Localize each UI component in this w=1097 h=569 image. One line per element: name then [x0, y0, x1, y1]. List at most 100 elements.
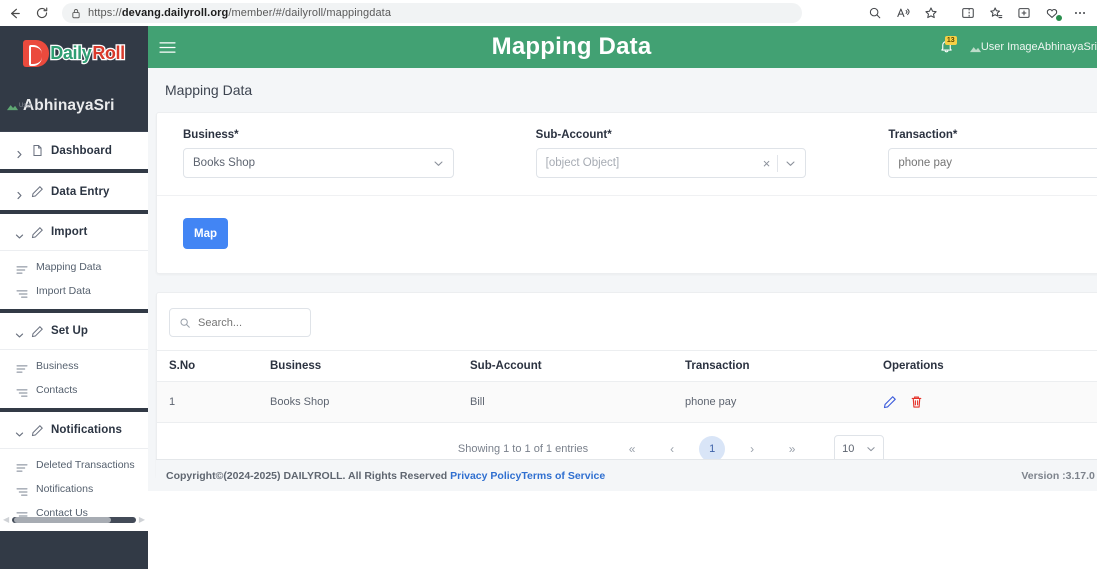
- back-button[interactable]: [0, 1, 28, 25]
- search-icon[interactable]: [862, 2, 888, 24]
- dailyroll-logo-mark: [23, 39, 50, 67]
- sidebar: Daily Roll User AbhinayaSri Dashboard Da…: [0, 26, 148, 569]
- scrollbar-thumb[interactable]: [14, 516, 111, 523]
- scroll-right-arrow-icon[interactable]: ▶: [139, 515, 145, 524]
- privacy-policy-link[interactable]: Privacy Policy: [450, 470, 521, 482]
- footer: Copyright©(2024-2025) DAILYROLL. All Rig…: [156, 459, 1097, 491]
- pencil-icon: [31, 226, 44, 239]
- read-aloud-icon[interactable]: [890, 2, 916, 24]
- sidebar-item-data-entry[interactable]: Data Entry: [0, 173, 148, 210]
- favorite-star-icon[interactable]: [918, 2, 944, 24]
- clear-icon[interactable]: ×: [763, 157, 771, 170]
- transaction-input-wrap[interactable]: [888, 148, 1097, 178]
- chevron-down-icon[interactable]: [866, 444, 876, 454]
- sidebar-item-business[interactable]: Business: [0, 354, 148, 378]
- map-button[interactable]: Map: [183, 218, 228, 249]
- terms-of-service-link[interactable]: Terms of Service: [521, 470, 605, 482]
- list-lines-icon: [16, 262, 28, 274]
- cell-sno: 1: [157, 381, 270, 423]
- table-search-input[interactable]: [198, 316, 301, 329]
- sidebar-label-import: Import: [51, 226, 88, 238]
- sidebar-sublist-import: Mapping Data Import Data: [0, 251, 148, 309]
- chevron-right-icon: [15, 187, 24, 200]
- cell-operations: [883, 381, 1097, 423]
- sidebar-label-notifications: Notifications: [51, 424, 122, 436]
- table-row: 1 Books Shop Bill phone pay: [157, 381, 1097, 423]
- sidebar-label-deleted-transactions: Deleted Transactions: [36, 459, 135, 471]
- business-select[interactable]: Books Shop: [183, 148, 454, 178]
- sidebar-label-import-data: Import Data: [36, 285, 91, 297]
- sidebar-item-deleted-transactions[interactable]: Deleted Transactions: [0, 453, 148, 477]
- notification-bell[interactable]: 13: [939, 36, 957, 56]
- label-business: Business*: [183, 129, 239, 141]
- table-header-row: S.No Business Sub-Account Transaction Op…: [157, 350, 1097, 382]
- logo-text-daily: Daily: [49, 41, 93, 64]
- user-avatar-area[interactable]: User ImageAbhinayaSri: [969, 41, 1097, 53]
- mapping-form-card: Business* Books Shop Sub-Account* [objec…: [156, 112, 1097, 274]
- pencil-edit-icon[interactable]: [883, 395, 897, 409]
- sidebar-sublist-setup: Business Contacts: [0, 350, 148, 408]
- sidebar-label-data-entry: Data Entry: [51, 185, 110, 198]
- pagination-info: Showing 1 to 1 of 1 entries: [457, 443, 589, 455]
- avatar-alt-text: User ImageAbhinayaSri: [980, 41, 1097, 53]
- list-lines-icon: [16, 286, 28, 298]
- business-selected-value: Books Shop: [193, 157, 256, 169]
- address-bar[interactable]: https://devang.dailyroll.org/member/#/da…: [62, 3, 802, 23]
- column-header-operations: Operations: [883, 350, 1097, 382]
- column-header-business: Business: [270, 350, 470, 382]
- sidebar-label-notifications-item: Notifications: [36, 483, 94, 495]
- reload-button[interactable]: [28, 1, 56, 25]
- sub-account-select[interactable]: [object Object] ×: [535, 148, 807, 178]
- chevron-down-icon: [15, 426, 24, 437]
- split-screen-icon[interactable]: [955, 2, 981, 24]
- transaction-input[interactable]: [898, 157, 1097, 169]
- trash-delete-icon[interactable]: [910, 395, 923, 409]
- hamburger-icon[interactable]: [148, 41, 186, 54]
- chevron-right-icon: [15, 146, 24, 159]
- sidebar-group-data-entry: Data Entry: [0, 173, 148, 214]
- mapping-table-card: S.No Business Sub-Account Transaction Op…: [156, 292, 1097, 478]
- label-sub-account: Sub-Account*: [535, 129, 612, 141]
- header-right-area: 13 User ImageAbhinayaSri: [939, 26, 1097, 68]
- scrollbar-track[interactable]: [12, 516, 136, 523]
- chevron-down-icon[interactable]: [433, 158, 444, 169]
- logo-text-roll: Roll: [91, 41, 126, 64]
- sidebar-item-notifications-group[interactable]: Notifications: [0, 412, 148, 449]
- sidebar-item-dashboard[interactable]: Dashboard: [0, 132, 148, 169]
- app-logo[interactable]: Daily Roll: [0, 26, 148, 80]
- pencil-icon: [31, 185, 44, 198]
- divider: [777, 154, 779, 172]
- sub-account-placeholder: [object Object]: [545, 157, 620, 169]
- browser-essentials-icon[interactable]: [1039, 2, 1065, 24]
- sidebar-label-mapping-data: Mapping Data: [36, 261, 102, 273]
- search-box[interactable]: [169, 308, 311, 337]
- scroll-left-arrow-icon[interactable]: ◀: [3, 515, 9, 524]
- field-sub-account: Sub-Account* [object Object] ×: [535, 129, 807, 178]
- collections-favorites-icon[interactable]: [983, 2, 1009, 24]
- sidebar-item-mapping-data[interactable]: Mapping Data: [0, 255, 148, 279]
- bottom-white-area: [148, 491, 1097, 569]
- sidebar-label-dashboard: Dashboard: [51, 144, 112, 157]
- sidebar-item-import[interactable]: Import: [0, 214, 148, 251]
- sidebar-user-profile[interactable]: User AbhinayaSri: [0, 80, 148, 132]
- sidebar-group-dashboard: Dashboard: [0, 132, 148, 173]
- lock-icon: [71, 8, 81, 19]
- sidebar-horizontal-scrollbar[interactable]: ◀ ▶: [0, 513, 148, 526]
- column-header-sub-account: Sub-Account: [470, 350, 685, 382]
- sidebar-item-contacts[interactable]: Contacts: [0, 378, 148, 402]
- sidebar-item-import-data[interactable]: Import Data: [0, 279, 148, 303]
- collections-icon[interactable]: [1011, 2, 1037, 24]
- broken-image-alt-text: User: [19, 102, 32, 109]
- pencil-icon: [31, 424, 44, 437]
- column-header-transaction: Transaction: [685, 350, 883, 382]
- sidebar-item-setup[interactable]: Set Up: [0, 313, 148, 350]
- url-text: https://devang.dailyroll.org/member/#/da…: [88, 7, 392, 19]
- sidebar-menu: Dashboard Data Entry Import Mapping Data…: [0, 132, 148, 535]
- list-lines-icon: [16, 460, 28, 472]
- field-business: Business* Books Shop: [183, 129, 454, 178]
- settings-more-icon[interactable]: [1067, 2, 1093, 24]
- breadcrumb: Mapping Data: [165, 82, 253, 98]
- chevron-down-icon[interactable]: [785, 158, 796, 169]
- footer-copyright: Copyright©(2024-2025) DAILYROLL. All Rig…: [166, 469, 606, 482]
- sidebar-item-notifications[interactable]: Notifications: [0, 477, 148, 501]
